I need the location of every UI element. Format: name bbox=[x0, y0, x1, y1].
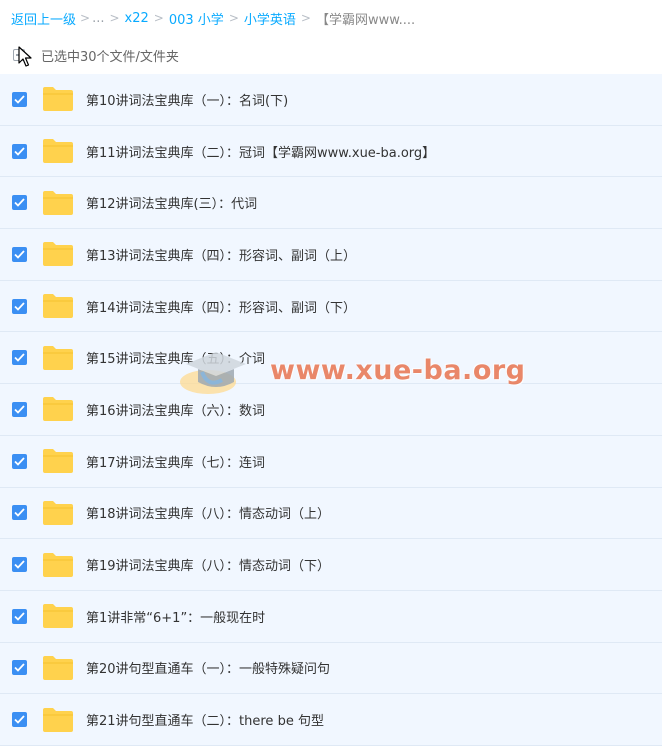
folder-row[interactable]: 第14讲词法宝典库（四）：形容词、副词（下） bbox=[0, 280, 662, 333]
folder-row[interactable]: 第13讲词法宝典库（四）：形容词、副词（上） bbox=[0, 229, 662, 281]
back-link[interactable]: 返回上一级 bbox=[11, 9, 76, 28]
folder-name[interactable]: 第16讲词法宝典库（六）：数词 bbox=[86, 400, 265, 419]
checkmark-icon bbox=[14, 508, 25, 518]
breadcrumb: 返回上一级 > ... > x22 > 003 小学 > 小学英语 > 【学霸网… bbox=[0, 0, 662, 36]
folder-icon bbox=[43, 707, 73, 732]
folder-row[interactable]: 第1讲非常“6+1”：一般现在时 bbox=[0, 590, 662, 643]
folder-icon bbox=[43, 190, 73, 215]
folder-row[interactable]: 第18讲词法宝典库（八）：情态动词（上） bbox=[0, 487, 662, 540]
checkmark-icon bbox=[14, 715, 25, 724]
breadcrumb-separator: > bbox=[300, 11, 311, 25]
checkmark-icon bbox=[14, 457, 25, 466]
folder-name[interactable]: 第19讲词法宝典库（八）：情态动词（下） bbox=[86, 555, 330, 574]
folder-name[interactable]: 第14讲词法宝典库（四）：形容词、副词（下） bbox=[86, 297, 356, 316]
checkbox-checked[interactable] bbox=[12, 453, 27, 469]
checkbox-checked[interactable] bbox=[12, 505, 27, 521]
folder-icon bbox=[43, 449, 73, 474]
selection-count-label: 已选中30个文件/文件夹 bbox=[41, 49, 179, 65]
folder-row[interactable]: 第20讲句型直通车（一）：一般特殊疑问句 bbox=[0, 642, 662, 695]
breadcrumb-item-primary-school[interactable]: 003 小学 bbox=[169, 9, 224, 28]
checkbox-checked[interactable] bbox=[12, 91, 27, 107]
checkmark-icon bbox=[14, 198, 25, 208]
folder-list: 第10讲词法宝典库（一）：名词(下) 第11讲词法宝典库（二）：冠词【学霸网www… bbox=[0, 74, 662, 746]
folder-icon bbox=[43, 604, 73, 629]
checkbox-checked[interactable] bbox=[12, 143, 27, 159]
folder-name[interactable]: 第21讲句型直通车（二）：there be 句型 bbox=[86, 710, 324, 729]
folder-name[interactable]: 第12讲词法宝典库(三）：代词 bbox=[86, 193, 257, 212]
folder-row[interactable]: 第16讲词法宝典库（六）：数词 bbox=[0, 384, 662, 436]
breadcrumb-separator: > bbox=[109, 11, 120, 25]
breadcrumb-item-primary-english[interactable]: 小学英语 bbox=[244, 9, 296, 28]
folder-name[interactable]: 第13讲词法宝典库（四）：形容词、副词（上） bbox=[86, 245, 356, 264]
folder-icon bbox=[43, 655, 73, 680]
breadcrumb-current: 【学霸网www.... bbox=[315, 12, 416, 28]
checkmark-icon bbox=[14, 301, 25, 311]
folder-icon bbox=[43, 552, 73, 577]
checkmark-icon bbox=[14, 250, 25, 259]
folder-name[interactable]: 第18讲词法宝典库（八）：情态动词（上） bbox=[86, 503, 330, 522]
folder-row[interactable]: 第21讲句型直通车（二）：there be 句型 bbox=[0, 694, 662, 746]
folder-name[interactable]: 第17讲词法宝典库（七）：连词 bbox=[86, 452, 265, 471]
folder-icon bbox=[43, 294, 73, 319]
checkbox-checked[interactable] bbox=[12, 298, 27, 314]
folder-row[interactable]: 第11讲词法宝典库（二）：冠词【学霸网www.xue-ba.org】 bbox=[0, 125, 662, 178]
checkbox-checked[interactable] bbox=[12, 557, 27, 573]
checkmark-icon bbox=[14, 95, 25, 104]
checkbox-checked[interactable] bbox=[12, 401, 27, 417]
folder-icon bbox=[43, 139, 73, 164]
folder-icon bbox=[43, 345, 73, 370]
checkmark-icon bbox=[14, 405, 25, 414]
folder-row[interactable]: 第17讲词法宝典库（七）：连词 bbox=[0, 435, 662, 488]
folder-name[interactable]: 第20讲句型直通车（一）：一般特殊疑问句 bbox=[86, 658, 330, 677]
folder-row[interactable]: 第10讲词法宝典库（一）：名词(下) bbox=[0, 74, 662, 126]
selection-bar: 已选中30个文件/文件夹 bbox=[0, 36, 662, 74]
folder-icon bbox=[43, 242, 73, 267]
folder-icon bbox=[43, 500, 73, 525]
checkmark-icon bbox=[14, 612, 25, 621]
folder-name[interactable]: 第1讲非常“6+1”：一般现在时 bbox=[86, 607, 265, 626]
mouse-cursor-icon bbox=[18, 46, 32, 67]
folder-name[interactable]: 第15讲词法宝典库（五）：介词 bbox=[86, 348, 265, 367]
folder-name[interactable]: 第10讲词法宝典库（一）：名词(下) bbox=[86, 90, 288, 109]
checkbox-checked[interactable] bbox=[12, 246, 27, 262]
checkmark-icon bbox=[14, 146, 25, 156]
checkmark-icon bbox=[14, 560, 25, 569]
breadcrumb-separator: > bbox=[228, 11, 239, 25]
breadcrumb-item-x22[interactable]: x22 bbox=[125, 11, 149, 26]
folder-row[interactable]: 第19讲词法宝典库（八）：情态动词（下） bbox=[0, 539, 662, 591]
breadcrumb-separator: > bbox=[80, 11, 91, 25]
checkbox-checked[interactable] bbox=[12, 712, 27, 728]
folder-name[interactable]: 第11讲词法宝典库（二）：冠词【学霸网www.xue-ba.org】 bbox=[86, 142, 435, 161]
breadcrumb-separator: > bbox=[153, 11, 164, 25]
checkmark-icon bbox=[14, 663, 25, 673]
folder-row[interactable]: 第15讲词法宝典库（五）：介词 bbox=[0, 332, 662, 385]
folder-icon bbox=[43, 87, 73, 112]
checkmark-icon bbox=[14, 353, 25, 363]
checkbox-checked[interactable] bbox=[12, 608, 27, 624]
checkbox-checked[interactable] bbox=[12, 350, 27, 366]
checkbox-checked[interactable] bbox=[12, 195, 27, 211]
folder-row[interactable]: 第12讲词法宝典库(三）：代词 bbox=[0, 177, 662, 230]
checkbox-checked[interactable] bbox=[12, 660, 27, 676]
folder-icon bbox=[43, 397, 73, 422]
breadcrumb-ellipsis[interactable]: ... bbox=[92, 11, 104, 26]
